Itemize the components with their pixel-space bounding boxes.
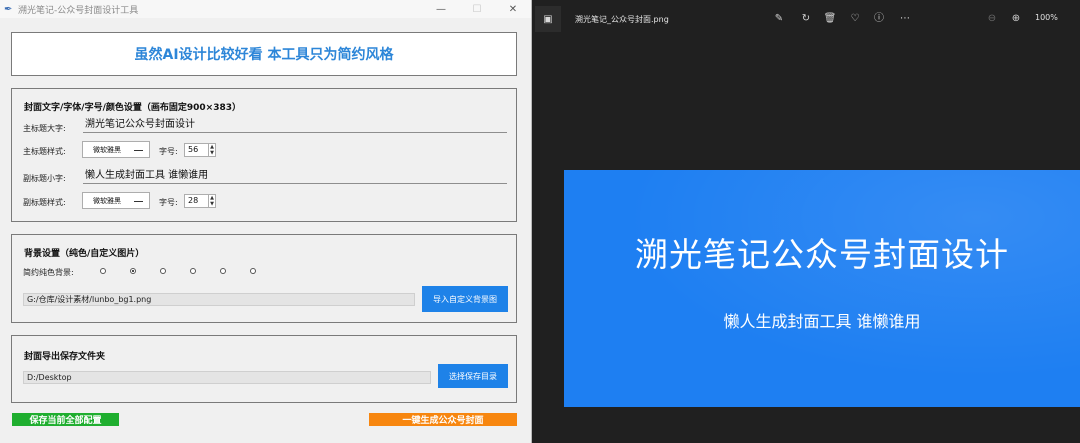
main-title-label: 主标题大字: — [23, 124, 66, 133]
export-folder-path[interactable]: D:/Desktop — [23, 371, 431, 384]
main-font-select[interactable]: 微软雅黑 — [82, 141, 150, 158]
text-settings-title: 封面文字/字体/字号/颜色设置（画布固定900×383） — [24, 103, 241, 113]
delete-icon[interactable]: 🗑 — [823, 12, 837, 26]
window-title: 溯光笔记-公众号封面设计工具 — [18, 5, 139, 16]
main-title-input[interactable]: 溯光笔记公众号封面设计 — [83, 118, 507, 133]
info-icon[interactable]: ⓘ — [872, 12, 886, 26]
header-text: 虽然AI设计比较好看 本工具只为简约风格 — [134, 47, 394, 63]
solid-color-radio-3[interactable] — [160, 268, 166, 274]
solid-color-radio-5[interactable] — [220, 268, 226, 274]
spin-arrows-icon[interactable]: ▲ ▼ — [208, 144, 215, 156]
maximize-button[interactable]: ☐ — [459, 4, 495, 15]
choose-folder-button[interactable]: 选择保存目录 — [438, 364, 508, 388]
main-size-spinbox[interactable]: 56 ▲ ▼ — [184, 143, 216, 157]
subtitle-input[interactable]: 懒人生成封面工具 谁懒谁用 — [83, 169, 507, 184]
sub-size-label: 字号: — [159, 198, 178, 207]
main-size-value: 56 — [188, 145, 199, 154]
feather-app-icon: ✒ — [4, 3, 13, 15]
sub-font-value: 微软雅黑 — [93, 196, 121, 205]
cover-designer-window: ✒ 溯光笔记-公众号封面设计工具 — ☐ ✕ 虽然AI设计比较好看 本工具只为简… — [0, 0, 532, 443]
close-button[interactable]: ✕ — [495, 4, 531, 15]
solid-color-radio-1[interactable] — [100, 268, 106, 274]
main-style-label: 主标题样式: — [23, 147, 66, 156]
solid-color-radio-6[interactable] — [250, 268, 256, 274]
header-banner: 虽然AI设计比较好看 本工具只为简约风格 — [11, 32, 517, 76]
more-icon[interactable]: ⋯ — [898, 12, 912, 26]
subtitle-label: 副标题小字: — [23, 174, 66, 183]
edit-icon[interactable]: ✎ — [772, 12, 786, 26]
sub-size-value: 28 — [188, 196, 199, 205]
main-size-label: 字号: — [159, 147, 178, 156]
export-folder-title: 封面导出保存文件夹 — [24, 352, 106, 362]
cover-main-title: 溯光笔记公众号封面设计 — [635, 235, 1009, 274]
import-background-button[interactable]: 导入自定义背景图 — [422, 286, 508, 312]
text-settings-group: 封面文字/字体/字号/颜色设置（画布固定900×383） 主标题大字: 溯光笔记… — [11, 88, 517, 222]
cover-subtitle: 懒人生成封面工具 谁懒谁用 — [723, 312, 921, 331]
sub-size-spinbox[interactable]: 28 ▲ ▼ — [184, 194, 216, 208]
minimize-button[interactable]: — — [423, 4, 459, 15]
zoom-in-icon[interactable]: ⊕ — [1009, 12, 1023, 26]
solid-color-radio-4[interactable] — [190, 268, 196, 274]
rotate-icon[interactable]: ↻ — [799, 12, 813, 26]
sub-font-select[interactable]: 微软雅黑 — [82, 192, 150, 209]
save-config-button[interactable]: 保存当前全部配置 — [12, 413, 119, 426]
dropdown-arrow-icon — [134, 149, 143, 151]
background-image-path[interactable]: G:/仓库/设计素材/lunbo_bg1.png — [23, 293, 415, 306]
main-font-value: 微软雅黑 — [93, 145, 121, 154]
image-viewer-window: ▣ 溯光笔记_公众号封面.png ✎ ↻ 🗑 ♡ ⓘ ⋯ ⊖ ⊕ 100% 溯光… — [533, 0, 1080, 443]
window-titlebar: ✒ 溯光笔记-公众号封面设计工具 — ☐ ✕ — [0, 0, 531, 18]
cover-image-preview: 溯光笔记公众号封面设计 懒人生成封面工具 谁懒谁用 — [564, 170, 1080, 407]
cover-background-glow — [564, 170, 1080, 407]
background-settings-title: 背景设置（纯色/自定义图片） — [24, 249, 145, 259]
sub-style-label: 副标题样式: — [23, 198, 66, 207]
zoom-level: 100% — [1035, 13, 1058, 22]
solid-color-label: 简约纯色背景: — [23, 268, 74, 277]
dropdown-arrow-icon — [134, 200, 143, 202]
zoom-out-icon[interactable]: ⊖ — [985, 12, 999, 26]
photos-app-icon[interactable]: ▣ — [535, 6, 561, 32]
viewer-file-name: 溯光笔记_公众号封面.png — [575, 14, 669, 24]
export-folder-group: 封面导出保存文件夹 D:/Desktop 选择保存目录 — [11, 335, 517, 403]
solid-color-radio-2[interactable] — [130, 268, 136, 274]
generate-cover-button[interactable]: 一键生成公众号封面 — [369, 413, 517, 426]
background-settings-group: 背景设置（纯色/自定义图片） 简约纯色背景: G:/仓库/设计素材/lunbo_… — [11, 234, 517, 323]
favorite-icon[interactable]: ♡ — [848, 12, 862, 26]
spin-arrows-icon[interactable]: ▲ ▼ — [208, 195, 215, 207]
